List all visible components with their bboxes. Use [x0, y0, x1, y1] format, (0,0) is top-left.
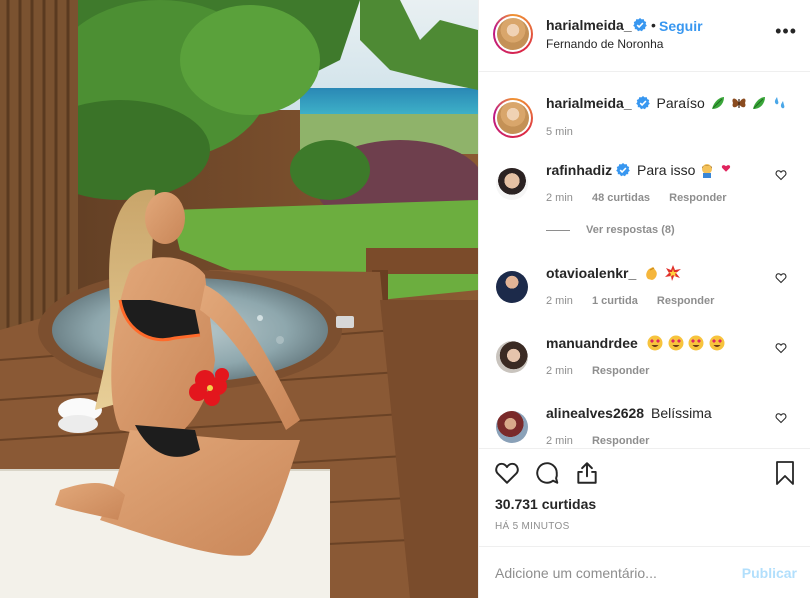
location-link[interactable]: Fernando de Noronha — [546, 37, 663, 51]
reply-button[interactable]: Responder — [657, 295, 714, 307]
view-replies-label: Ver respostas (8) — [586, 224, 675, 236]
heart-icon[interactable] — [775, 169, 787, 181]
follow-button[interactable]: Seguir — [659, 18, 703, 34]
sweat-droplets-emoji-icon — [775, 97, 785, 109]
comment-text-row: otavioalenkr_ — [546, 265, 682, 281]
comment-meta: 2 min 48 curtidas Responder — [546, 192, 743, 204]
verified-icon — [616, 163, 630, 177]
reply-button[interactable]: Responder — [592, 365, 649, 377]
heart-eyes-emoji-group — [646, 335, 726, 351]
verified-icon — [633, 18, 647, 32]
comment-text: Para isso — [637, 162, 696, 178]
heart-eyes-emoji-icon — [688, 335, 704, 351]
comment-likes[interactable]: 1 curtida — [592, 295, 638, 307]
heart-eyes-emoji-icon — [668, 335, 684, 351]
reply-button[interactable]: Responder — [669, 192, 726, 204]
verified-icon — [635, 96, 650, 110]
heart-icon[interactable] — [775, 342, 787, 354]
commenter-username[interactable]: manuandrdee — [546, 335, 638, 351]
comment-time: 2 min — [546, 435, 573, 447]
heart-icon[interactable] — [775, 272, 787, 284]
commenter-username[interactable]: rafinhadiz — [546, 162, 612, 178]
comment-time: 2 min — [546, 192, 573, 204]
woman-emoji-icon — [702, 164, 713, 178]
caption-text-row: harialmeida_ Paraíso — [546, 95, 788, 111]
clapping-hands-emoji-icon — [646, 267, 657, 280]
instagram-post: harialmeida_ • Seguir Fernando de Noronh… — [0, 0, 810, 598]
comment-icon[interactable] — [533, 459, 561, 487]
caption-time: 5 min — [546, 126, 573, 138]
comment-text-row: rafinhadiz Para isso — [546, 162, 731, 178]
heart-eyes-emoji-icon — [647, 335, 663, 351]
comment-input[interactable]: Adicione um comentário... — [495, 565, 657, 581]
post-actions: 30.731 curtidas Há 5 minutos — [479, 448, 810, 546]
comment-meta: 2 min Responder — [546, 435, 665, 447]
heart-eyes-emoji-icon — [709, 335, 725, 351]
butterfly-emoji-icon — [731, 98, 746, 108]
comment-time: 2 min — [546, 365, 573, 377]
caption-text: Paraíso — [656, 95, 705, 111]
comment-time: 2 min — [546, 295, 573, 307]
commenter-username[interactable]: alinealves2628 — [546, 405, 644, 421]
author-avatar[interactable] — [493, 14, 533, 54]
comment-meta: 2 min Responder — [546, 365, 665, 377]
separator-dot: • — [651, 17, 656, 33]
comment-text: Belíssima — [650, 405, 712, 421]
post-header: harialmeida_ • Seguir Fernando de Noronh… — [479, 0, 810, 72]
post-photo[interactable] — [0, 0, 478, 598]
comment-likes[interactable]: 48 curtidas — [592, 192, 650, 204]
commenter-avatar[interactable] — [496, 168, 528, 200]
more-options-icon[interactable]: ••• — [775, 22, 797, 40]
heart-icon[interactable] — [775, 412, 787, 424]
post-time: Há 5 minutos — [495, 521, 570, 532]
reply-button[interactable]: Responder — [592, 435, 649, 447]
leaf-emoji-icon — [711, 97, 724, 109]
commenter-username[interactable]: otavioalenkr_ — [546, 265, 636, 281]
author-avatar[interactable] — [493, 98, 533, 138]
collision-emoji-icon — [665, 265, 682, 281]
view-replies-button[interactable]: Ver respostas (8) — [546, 224, 675, 236]
commenter-avatar[interactable] — [496, 271, 528, 303]
replies-divider — [546, 229, 570, 231]
add-comment-bar: Adicione um comentário... Publicar — [479, 546, 810, 598]
caption-username[interactable]: harialmeida_ — [546, 95, 632, 111]
share-icon[interactable] — [573, 459, 601, 487]
photo-illustration — [0, 0, 478, 598]
likes-count[interactable]: 30.731 curtidas — [495, 496, 596, 512]
comment-text-row: alinealves2628 Belíssima — [546, 405, 712, 421]
comment-meta: 2 min 1 curtida Responder — [546, 295, 730, 307]
red-heart-emoji-icon — [722, 165, 731, 172]
commenter-avatar[interactable] — [496, 411, 528, 443]
leaf-emoji-icon — [753, 97, 766, 109]
commenter-avatar[interactable] — [496, 341, 528, 373]
comments-list[interactable]: harialmeida_ Paraíso 5 min rafinhadiz Pa… — [479, 72, 810, 448]
post-sidebar: harialmeida_ • Seguir Fernando de Noronh… — [478, 0, 810, 598]
author-username[interactable]: harialmeida_ — [546, 17, 632, 33]
publish-button[interactable]: Publicar — [742, 565, 797, 581]
comment-text-row: manuandrdee — [546, 335, 725, 351]
heart-icon[interactable] — [493, 459, 521, 487]
bookmark-icon[interactable] — [771, 459, 799, 487]
